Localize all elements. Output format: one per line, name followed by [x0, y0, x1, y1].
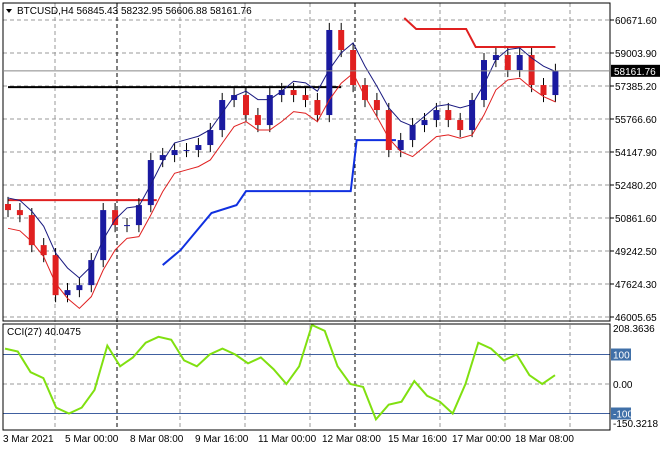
candle — [28, 215, 35, 246]
cci-label: CCI(27) 40.0475 — [7, 327, 81, 338]
price-label: 60671.60 — [615, 16, 657, 27]
candle — [445, 110, 452, 121]
price-label: 50861.60 — [615, 214, 657, 225]
candle — [195, 145, 202, 151]
time-label: 3 Mar 2021 — [3, 434, 54, 445]
candle — [338, 29, 345, 51]
candles — [5, 22, 559, 303]
candle — [254, 115, 261, 126]
upper-level-line — [403, 17, 556, 48]
candle — [433, 110, 440, 121]
chart-window[interactable]: 60671.60 59003.90 57385.20 55766.60 54147.90… — [0, 0, 660, 450]
candle — [16, 210, 23, 216]
candle — [5, 204, 11, 211]
candle — [373, 100, 380, 111]
candle — [385, 110, 392, 151]
price-label: 52480.20 — [615, 181, 657, 192]
candle — [516, 55, 523, 71]
price-label: 59003.90 — [615, 49, 657, 60]
cci-level-label: 100 — [613, 351, 630, 362]
candle — [290, 90, 297, 96]
candle — [135, 205, 142, 226]
cci-level-label: 0.00 — [613, 380, 633, 391]
time-label: 8 Mar 08:00 — [130, 434, 184, 445]
cci-line — [4, 323, 556, 422]
time-label: 15 Mar 16:00 — [388, 434, 447, 445]
candle — [207, 130, 214, 146]
time-label: 11 Mar 00:00 — [258, 434, 317, 445]
candle — [421, 120, 428, 126]
candle — [540, 85, 547, 96]
price-label: 54147.90 — [615, 148, 657, 159]
candle — [88, 260, 95, 286]
candle — [302, 95, 309, 101]
time-label: 12 Mar 08:00 — [322, 434, 381, 445]
cci-min-label: -150.3218 — [613, 419, 658, 430]
candle — [314, 100, 321, 116]
ma-fast-line — [7, 42, 556, 279]
price-label: 55766.60 — [615, 115, 657, 126]
cci-panel — [3, 323, 610, 422]
candle — [52, 255, 59, 296]
dropdown-triangle-icon[interactable] — [6, 9, 12, 13]
time-label: 18 Mar 08:00 — [515, 434, 574, 445]
candle — [243, 95, 249, 116]
symbol-header: BTCUSD,H4 56845.43 58232.95 56606.88 581… — [17, 6, 252, 17]
price-label: 47624.30 — [615, 280, 657, 291]
candle — [552, 70, 559, 96]
price-label: 57385.20 — [615, 82, 657, 93]
candle — [183, 150, 190, 152]
candle — [100, 210, 107, 261]
stop-level-line — [162, 139, 396, 266]
candle — [124, 225, 130, 227]
price-label: 46005.65 — [615, 313, 657, 324]
price-chart[interactable]: 60671.60 59003.90 57385.20 55766.60 54147.90… — [0, 0, 660, 450]
price-label: 49242.50 — [615, 247, 657, 258]
current-price-label: 58161.76 — [614, 67, 656, 78]
candle — [64, 290, 71, 296]
candle — [457, 120, 464, 131]
candle — [350, 50, 357, 86]
candle — [171, 150, 178, 156]
levels — [8, 17, 556, 266]
time-label: 5 Mar 00:00 — [65, 434, 119, 445]
candle — [147, 160, 154, 206]
candle — [76, 285, 83, 291]
cci-max-label: 208.3636 — [613, 324, 655, 335]
time-label: 9 Mar 16:00 — [195, 434, 249, 445]
time-label: 17 Mar 00:00 — [452, 434, 511, 445]
candle — [504, 55, 511, 71]
candle — [409, 125, 416, 141]
